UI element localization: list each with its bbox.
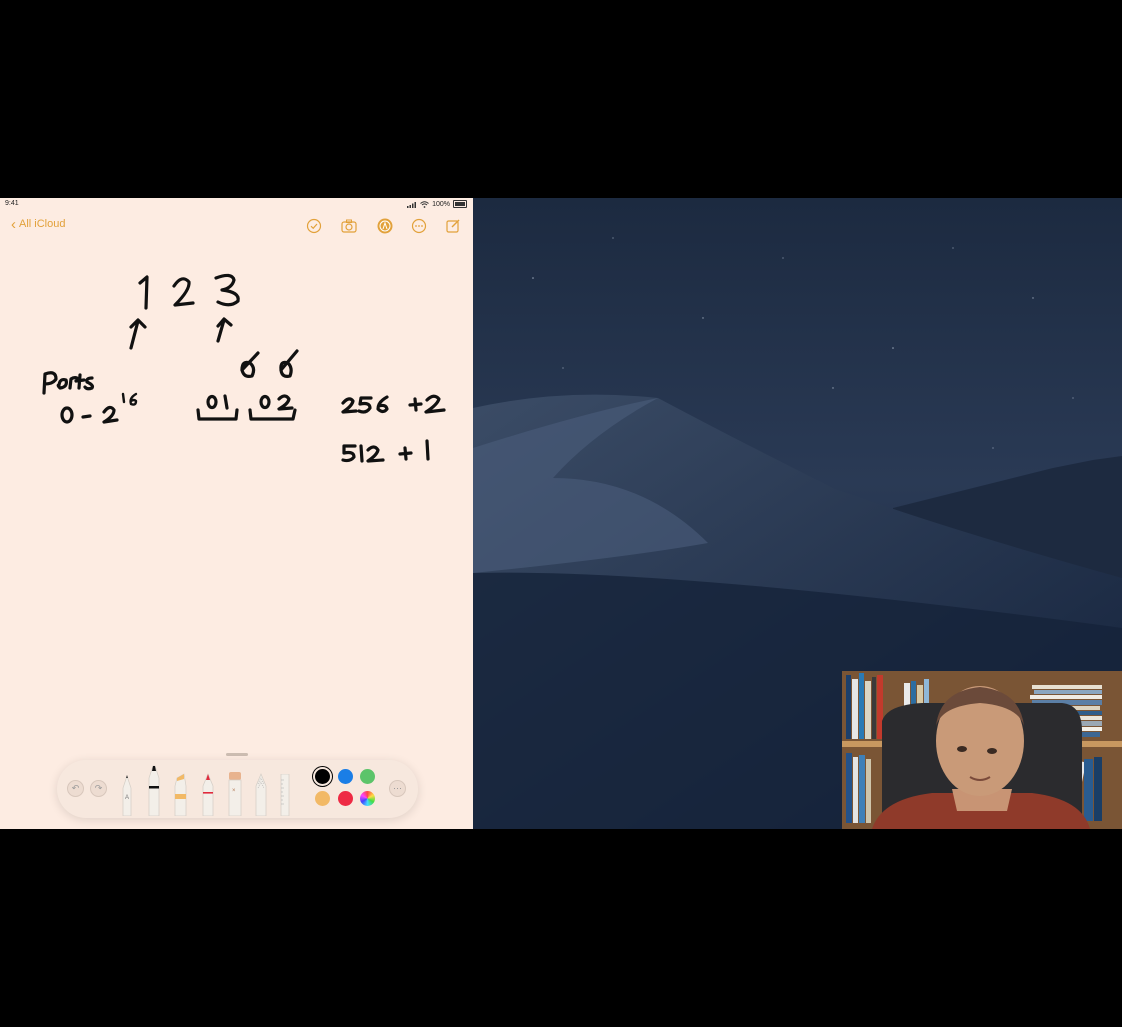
handwritten-digit [223, 394, 229, 410]
handwritten-digit [129, 392, 138, 406]
handwritten-plus [398, 446, 413, 461]
handwritten-digit [206, 394, 218, 410]
bracket-mark [248, 408, 297, 421]
handwritten-letter [42, 371, 58, 395]
handwritten-digit [259, 394, 271, 410]
ruler-tool[interactable] [280, 774, 290, 816]
marker-tool[interactable] [148, 764, 160, 816]
svg-text:A: A [125, 795, 129, 801]
handwritten-digit [102, 405, 119, 424]
color-red-swatch[interactable] [338, 791, 353, 806]
handwritten-digit [357, 396, 373, 414]
arrow-mark [129, 318, 147, 350]
eraser-tool[interactable]: × [228, 770, 242, 816]
handwritten-dash [81, 414, 92, 419]
handwritten-digit [138, 275, 149, 310]
ellipsis-icon: ⋯ [393, 783, 402, 793]
toolbar-grabber[interactable] [226, 753, 248, 756]
pen-tool[interactable]: A [121, 772, 133, 816]
handwritten-letter [68, 376, 79, 390]
handwritten-letter [83, 376, 95, 391]
undo-button[interactable]: ↶ [67, 780, 84, 797]
redo-button[interactable]: ↷ [90, 780, 107, 797]
color-blue-swatch[interactable] [338, 769, 353, 784]
highlighter-tool[interactable] [174, 772, 187, 816]
handwritten-digit [341, 397, 358, 414]
notes-app: 9:41 100% ‹ All iCloud ↶ ↷ A × ⋯ [0, 198, 473, 829]
hand-mark [240, 351, 260, 378]
arrow-mark [216, 317, 233, 343]
color-green-swatch[interactable] [360, 769, 375, 784]
toolbar-more-button[interactable]: ⋯ [389, 780, 406, 797]
handwritten-digit [172, 277, 195, 307]
handwritten-digit [214, 273, 240, 307]
handwritten-digit [277, 394, 294, 411]
hand-mark [279, 349, 299, 378]
handwritten-digit [359, 444, 364, 463]
handwritten-digit [341, 444, 357, 463]
redo-icon: ↷ [94, 783, 103, 793]
handwritten-digit [376, 395, 389, 414]
markup-toolbar: ↶ ↷ A × ⋯ [57, 760, 418, 818]
handwritten-letter [56, 377, 68, 390]
webcam-video [842, 671, 1122, 829]
handwritten-digit [425, 439, 430, 461]
color-wheel-icon[interactable] [360, 791, 375, 806]
handwritten-digit [424, 394, 446, 414]
handwritten-digit [60, 406, 74, 424]
color-yellow-swatch[interactable] [315, 791, 330, 806]
color-black-swatch[interactable] [315, 769, 330, 784]
lasso-tool[interactable] [255, 772, 267, 816]
handwritten-plus [408, 397, 423, 412]
drawing-canvas[interactable] [0, 198, 473, 829]
bracket-mark [196, 408, 239, 421]
handwritten-digit [366, 445, 385, 463]
pencil-tool[interactable] [202, 772, 214, 816]
svg-text:×: × [232, 788, 236, 794]
undo-icon: ↶ [71, 783, 80, 793]
handwritten-digit [121, 392, 126, 404]
